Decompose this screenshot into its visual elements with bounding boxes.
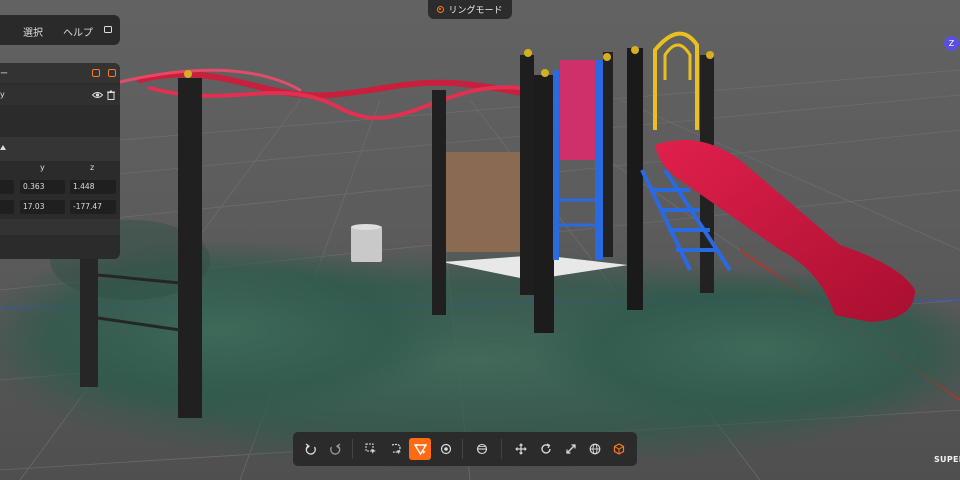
rotate-icon[interactable]	[536, 439, 556, 459]
move-icon[interactable]	[511, 439, 531, 459]
rotation-z-field[interactable]: -177.47	[70, 200, 116, 214]
position-row: 0.363 1.448	[0, 179, 120, 197]
globe-icon[interactable]	[585, 439, 605, 459]
collapse-chevron-icon[interactable]	[0, 145, 6, 150]
z-axis-gizmo[interactable]: Z	[944, 36, 959, 51]
scale-row[interactable]	[0, 219, 120, 235]
z-axis-label: Z	[948, 39, 955, 48]
select-cursor-icon[interactable]	[361, 439, 381, 459]
menu-help[interactable]: ヘルプ	[63, 24, 93, 39]
rotation-y-field[interactable]: 17.03	[20, 200, 65, 214]
box-icon[interactable]	[609, 439, 629, 459]
redo-icon[interactable]	[325, 439, 345, 459]
mode-label: リングモード	[448, 6, 503, 16]
rotation-x-field[interactable]	[0, 200, 14, 214]
position-x-field[interactable]	[0, 180, 14, 194]
sphere-select-icon[interactable]	[436, 439, 456, 459]
mode-indicator[interactable]: リングモード	[428, 0, 512, 19]
panel-spacer	[0, 107, 120, 137]
panel-footer	[0, 237, 120, 259]
panel-header: ー	[0, 63, 120, 83]
ring-mode-icon	[437, 6, 445, 13]
undo-icon[interactable]	[301, 439, 321, 459]
lasso-select-icon[interactable]	[386, 439, 406, 459]
3d-viewport[interactable]	[0, 0, 960, 480]
splat-item-label: y	[0, 90, 5, 99]
menu-bar: 選択 ヘルプ	[0, 15, 120, 45]
eye-icon[interactable]	[92, 91, 103, 99]
z-header: z	[90, 163, 95, 172]
transform-axis-headers: y z	[0, 161, 120, 177]
import-icon[interactable]	[92, 69, 100, 77]
new-scene-icon[interactable]	[108, 69, 116, 77]
brush-select-icon[interactable]	[409, 438, 431, 460]
scale-icon[interactable]	[561, 439, 581, 459]
scene-manager-panel: ー y y z 0.363 1.448 17.03 -177.47	[0, 63, 120, 259]
panel-title: ー	[0, 69, 8, 78]
position-y-field[interactable]: 0.363	[20, 180, 65, 194]
transform-header[interactable]	[0, 137, 120, 161]
splat-list-item[interactable]: y	[0, 85, 120, 105]
rotation-row: 17.03 -177.47	[0, 199, 120, 217]
menu-select[interactable]: 選択	[23, 24, 43, 39]
brand-logo: SUPER	[934, 455, 960, 464]
position-z-field[interactable]: 1.448	[70, 180, 116, 194]
y-header: y	[40, 163, 45, 172]
gaussian-splat-scene	[0, 31, 960, 480]
panel-toggle-icon[interactable]	[104, 26, 112, 33]
crop-icon[interactable]	[472, 439, 492, 459]
bottom-toolbar	[293, 432, 637, 466]
delete-icon[interactable]	[107, 90, 115, 100]
